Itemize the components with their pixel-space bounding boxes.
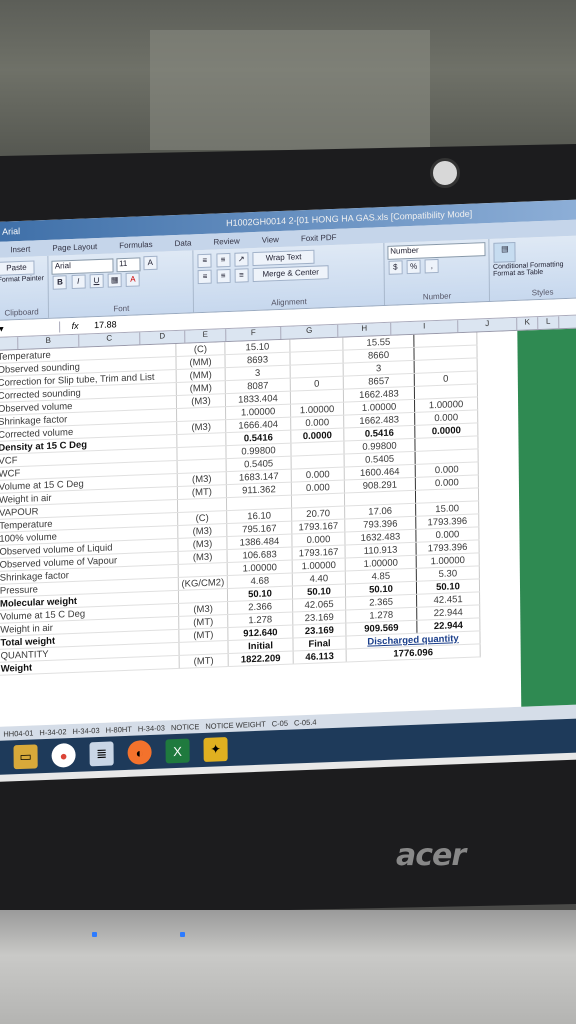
chrome-icon[interactable]: ●	[51, 742, 76, 768]
column-header-c[interactable]: C	[79, 332, 141, 347]
wrap-text-button[interactable]: Wrap Text	[252, 249, 315, 267]
notes-icon[interactable]: ≣	[89, 741, 114, 767]
number-group: Number $ % , Number	[384, 238, 491, 305]
wall-panel	[150, 30, 430, 150]
align-right-icon[interactable]: ≡	[234, 268, 249, 283]
weight-unit: (MT)	[179, 653, 229, 669]
column-header-f[interactable]: F	[226, 326, 282, 342]
align-top-icon[interactable]: ≡	[197, 253, 212, 269]
sheet-tab[interactable]: C-05	[272, 718, 288, 728]
name-box[interactable]: ▾	[0, 320, 61, 335]
font-group: Arial 11 A B I U ▦ A Font	[48, 250, 195, 318]
clipboard-group: Paste Format Painter Clipboard	[0, 255, 50, 320]
explorer-icon[interactable]: ▭	[13, 744, 38, 770]
column-header-d[interactable]: D	[140, 330, 186, 345]
column-header-b[interactable]: B	[18, 334, 80, 350]
paste-button[interactable]: Paste	[0, 260, 35, 276]
clipboard-label: Clipboard	[4, 307, 39, 318]
side-panel-green	[517, 327, 576, 707]
tab-formulas[interactable]: Formulas	[119, 239, 152, 249]
acer-logo: acer	[396, 838, 466, 873]
underline-button[interactable]: U	[89, 273, 104, 289]
tab-insert[interactable]: Insert	[10, 244, 30, 254]
power-led-icon	[92, 932, 97, 937]
app-icon[interactable]: ✦	[203, 737, 228, 762]
styles-label: Styles	[531, 287, 554, 298]
tab-view[interactable]: View	[262, 235, 279, 245]
conditional-formatting-icon[interactable]: ▤	[493, 241, 516, 263]
column-header-k[interactable]: K	[517, 317, 539, 330]
formula-input[interactable]: 17.88	[90, 319, 117, 330]
cargo-calculation-table: Temperature (C) 15.10 15.55 Observed soundin…	[0, 332, 481, 676]
laptop-screen: Arial H1002GH0014 2-[01 HONG HA GAS.xls …	[0, 198, 576, 782]
column-header-l[interactable]: L	[538, 316, 560, 330]
webcam-icon	[430, 158, 460, 188]
align-middle-icon[interactable]: ≡	[216, 252, 231, 268]
font-color-icon[interactable]: A	[125, 272, 140, 287]
column-header-j[interactable]: J	[458, 317, 518, 333]
final-value[interactable]: 46.113	[293, 649, 347, 665]
column-header-g[interactable]: G	[281, 324, 339, 339]
sheet-tab[interactable]: NOTICE	[171, 722, 199, 732]
font-quick-label: Arial	[2, 225, 21, 237]
grow-font-icon[interactable]: A	[143, 255, 158, 271]
sheet-tab[interactable]: H-34-03	[138, 723, 165, 733]
currency-icon[interactable]: $	[388, 260, 403, 275]
firefox-icon[interactable]: ◐	[127, 739, 152, 765]
align-left-icon[interactable]: ≡	[197, 269, 213, 285]
sheet-tab[interactable]: HH04-01	[3, 728, 33, 738]
merge-center-button[interactable]: Merge & Center	[252, 265, 329, 283]
sheet-tab[interactable]: NOTICE WEIGHT	[205, 719, 266, 730]
tab-page-layout[interactable]: Page Layout	[52, 242, 97, 253]
number-label: Number	[422, 291, 452, 302]
format-painter-button[interactable]: Format Painter	[0, 275, 45, 284]
worksheet[interactable]: Temperature (C) 15.10 15.55 Observed soundin…	[0, 327, 576, 727]
align-center-icon[interactable]: ≡	[216, 268, 231, 284]
excel-icon[interactable]: X	[165, 738, 190, 764]
font-size-select[interactable]: 11	[115, 257, 141, 273]
sheet-tab[interactable]: H-34-03	[72, 725, 99, 735]
borders-icon[interactable]: ▦	[107, 273, 122, 288]
tab-foxit-pdf[interactable]: Foxit PDF	[301, 232, 337, 242]
bold-button[interactable]: B	[52, 275, 68, 290]
tab-data[interactable]: Data	[175, 238, 192, 248]
comma-icon[interactable]: ,	[424, 258, 439, 274]
sheet-tab[interactable]: H-34-02	[39, 727, 66, 737]
sheet-tab[interactable]: C-05.4	[294, 717, 317, 727]
alignment-group: ≡ ≡ ↗ Wrap Text ≡ ≡ ≡ Merge & Center Ali…	[193, 243, 385, 313]
tab-review[interactable]: Review	[213, 236, 239, 246]
laptop-base	[0, 910, 576, 1024]
status-led-icon	[180, 932, 185, 937]
initial-value[interactable]: 1822.209	[228, 651, 294, 667]
italic-button[interactable]: I	[71, 274, 86, 290]
sheet-tab[interactable]: H-80HT	[106, 724, 132, 734]
select-all-corner[interactable]	[0, 337, 19, 350]
column-header-h[interactable]: H	[338, 322, 392, 337]
orientation-icon[interactable]: ↗	[234, 252, 249, 267]
percent-icon[interactable]: %	[406, 259, 421, 275]
column-header-e[interactable]: E	[185, 329, 227, 343]
styles-group: ▤ Conditional Formatting Format as Table…	[490, 235, 576, 301]
fx-icon[interactable]: fx	[60, 320, 90, 331]
